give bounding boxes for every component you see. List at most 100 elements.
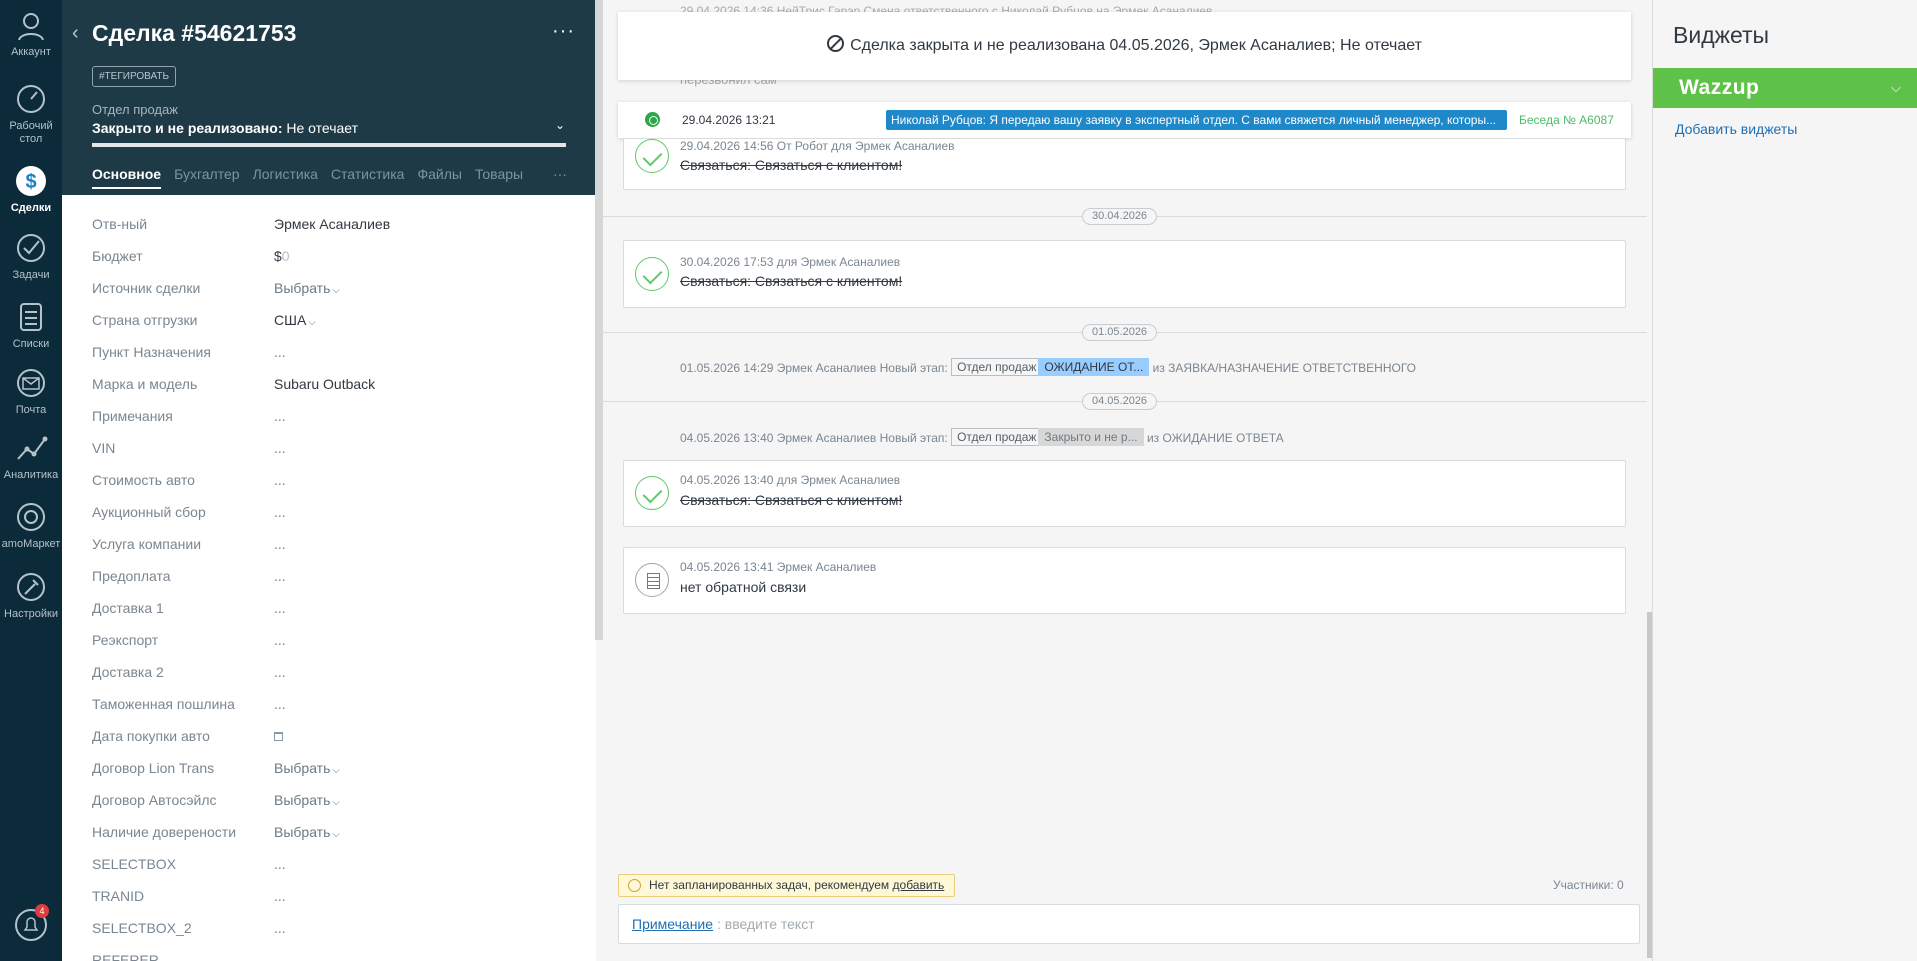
chevron-down-icon: ⌵ (308, 317, 316, 328)
nav-desktop[interactable]: Рабочий стол (0, 82, 62, 146)
nav-lists[interactable]: Списки (0, 300, 62, 351)
field-label: Услуга компании (92, 536, 202, 552)
nav-analytics[interactable]: Аналитика (0, 431, 62, 482)
field-value[interactable]: ... (274, 568, 286, 584)
field-label: Реэкспорт (92, 632, 159, 648)
task-done-check-icon[interactable] (635, 476, 669, 510)
back-chevron-icon[interactable]: ‹ (72, 22, 79, 45)
nav-notifications[interactable] (0, 908, 62, 946)
tab-accounting[interactable]: Бухгалтер (174, 166, 239, 182)
field-value[interactable]: ... (274, 920, 286, 936)
chevron-down-icon[interactable]: ⌵ (1891, 80, 1901, 96)
field-label: Наличие доверености (92, 824, 237, 840)
market-icon (14, 500, 48, 534)
nav-analytics-label: Аналитика (3, 469, 59, 481)
nav-deals[interactable]: $ Сделки (0, 164, 62, 215)
field-contract-lion: Договор Lion Trans Выбрать ⌵ (92, 758, 562, 790)
field-value[interactable]: ... (274, 696, 286, 712)
tab-main[interactable]: Основное (92, 166, 162, 189)
field-power-of-attorney: Наличие доверености Выбрать ⌵ (92, 822, 562, 854)
note-composer[interactable]: Примечание : введите текст (618, 904, 1640, 944)
tag-button[interactable]: #ТЕГИРОВАТЬ (92, 66, 177, 87)
contract-lion-select[interactable]: Выбрать ⌵ (274, 760, 340, 776)
nav-market[interactable]: amoМаркет (0, 500, 62, 551)
note-input-placeholder[interactable]: : введите текст (717, 916, 815, 932)
add-widgets-link[interactable]: Добавить виджеты (1675, 121, 1797, 137)
field-value[interactable]: Subaru Outback (274, 376, 375, 392)
field-value[interactable]: ... (274, 408, 286, 424)
nav-account[interactable]: Аккаунт (0, 8, 62, 59)
chevron-down-icon: ⌵ (332, 797, 340, 808)
closed-banner-text: Сделка закрыта и не реализована 04.05.20… (850, 37, 1422, 54)
field-value[interactable]: ... (274, 440, 286, 456)
deal-card: ‹ Сделка #54621753 ··· #ТЕГИРОВАТЬ Отдел… (62, 0, 596, 961)
field-referer: REFERER (92, 950, 562, 961)
message-text[interactable]: Николай Рубцов: Я передаю вашу заявку в … (886, 110, 1507, 130)
field-value[interactable]: ... (274, 888, 286, 904)
nav-account-label: Аккаунт (11, 46, 51, 58)
tab-logistics[interactable]: Логистика (253, 166, 318, 182)
whatsapp-message-row[interactable]: 29.04.2026 13:21 Николай Рубцов: Я перед… (618, 102, 1631, 138)
field-notes: Примечания... (92, 406, 562, 438)
lists-icon (14, 300, 48, 334)
event-prefix: 04.05.2026 13:40 Эрмек Асаналиев Новый э… (680, 431, 948, 445)
budget-input[interactable]: $0 (274, 248, 290, 264)
field-value[interactable]: ... (274, 504, 286, 520)
nav-tasks[interactable]: Задачи (0, 231, 62, 282)
tabs-more-icon[interactable]: ··· (553, 166, 567, 182)
field-label: Отв-ный (92, 216, 148, 232)
clock-warning-icon (628, 879, 641, 892)
message-time: 29.04.2026 13:21 (682, 113, 776, 127)
participants-count[interactable]: Участники: 0 (1553, 878, 1624, 892)
speedometer-icon (14, 82, 48, 116)
task-done-check-icon[interactable] (635, 139, 669, 173)
date-picker[interactable] (274, 728, 283, 744)
field-value[interactable]: ... (274, 536, 286, 552)
power-of-attorney-select[interactable]: Выбрать ⌵ (274, 824, 340, 840)
field-label: Таможенная пошлина (92, 696, 235, 712)
task-done-check-icon[interactable] (635, 257, 669, 291)
field-value[interactable]: ... (274, 632, 286, 648)
widgets-panel: Виджеты Wazzup ⌵ Добавить виджеты (1652, 0, 1917, 961)
field-destination: Пункт Назначения... (92, 342, 562, 374)
wazzup-widget[interactable]: Wazzup ⌵ (1653, 68, 1917, 108)
field-label: Пункт Назначения (92, 344, 211, 360)
tab-files[interactable]: Файлы (417, 166, 461, 182)
no-tasks-text: Нет запланированных задач, рекомендуем (649, 878, 890, 892)
field-tranid: TRANID... (92, 886, 562, 918)
field-purchase-date: Дата покупки авто (92, 726, 562, 758)
field-value[interactable]: ... (274, 664, 286, 680)
field-customs-duty: Таможенная пошлина... (92, 694, 562, 726)
status-select[interactable]: Закрыто и не реализовано: Не отечает (92, 120, 358, 136)
event-prefix: 01.05.2026 14:29 Эрмек Асаналиев Новый э… (680, 361, 948, 375)
deal-more-menu-icon[interactable]: ··· (552, 20, 575, 43)
widgets-title: Виджеты (1673, 22, 1770, 48)
select-value: Выбрать (274, 824, 331, 840)
main-nav: Аккаунт Рабочий стол $ Сделки Задачи Спи… (0, 0, 62, 961)
field-value[interactable]: ... (274, 472, 286, 488)
field-value[interactable]: ... (274, 856, 286, 872)
mail-icon (14, 366, 48, 400)
tab-products[interactable]: Товары (475, 166, 523, 182)
field-label: Доставка 2 (92, 664, 164, 680)
nav-mail[interactable]: Почта (0, 366, 62, 417)
field-label: Источник сделки (92, 280, 201, 296)
deals-dollar-icon: $ (14, 164, 48, 198)
whatsapp-icon (645, 112, 660, 127)
note-type-switch[interactable]: Примечание (632, 916, 713, 932)
tab-statistics[interactable]: Статистика (331, 166, 405, 182)
date-separator: 04.05.2026 (1082, 393, 1158, 410)
field-value[interactable]: ... (274, 600, 286, 616)
field-value[interactable]: Эрмек Асаналиев (274, 216, 390, 232)
conversation-link[interactable]: Беседа № A6087 (1519, 113, 1614, 127)
nav-settings[interactable]: Настройки (0, 570, 62, 621)
status-chevron-down-icon[interactable]: ⌄ (555, 118, 565, 132)
field-company-service: Услуга компании... (92, 534, 562, 566)
card-scrollbar[interactable] (595, 0, 603, 640)
add-task-link[interactable]: добавить (893, 878, 945, 892)
source-select[interactable]: Выбрать ⌵ (274, 280, 340, 296)
field-value[interactable]: ... (274, 344, 286, 360)
country-select[interactable]: США ⌵ (274, 312, 316, 328)
card-tabs: Основное Бухгалтер Логистика Статистика Файл… (92, 166, 536, 189)
contract-autosales-select[interactable]: Выбрать ⌵ (274, 792, 340, 808)
